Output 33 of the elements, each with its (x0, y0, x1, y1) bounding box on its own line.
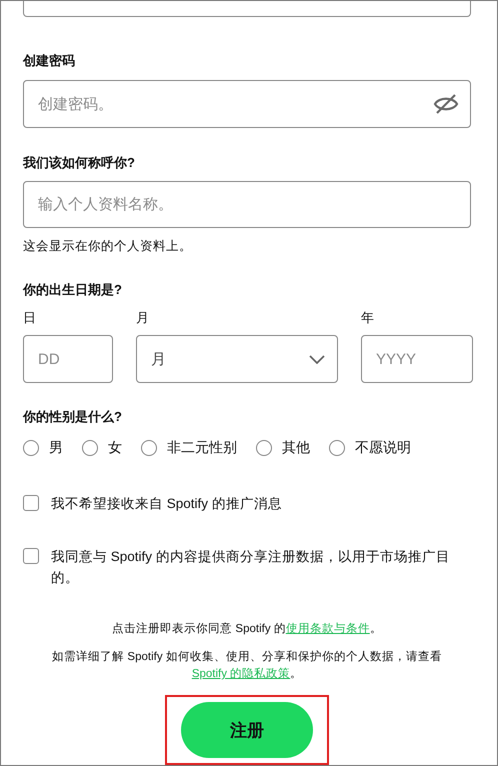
checkbox[interactable] (23, 495, 39, 511)
gender-option[interactable]: 女 (82, 439, 122, 457)
gender-option[interactable]: 不愿说明 (329, 439, 411, 457)
gender-option[interactable]: 其他 (256, 439, 310, 457)
radio-button[interactable] (329, 440, 345, 456)
eye-off-icon[interactable] (433, 93, 459, 116)
year-label: 年 (361, 309, 375, 327)
field-label: 你的性别是什么? (23, 408, 123, 426)
gender-option[interactable]: 非二元性别 (141, 439, 237, 457)
input-field[interactable] (23, 1, 471, 18)
signup-button[interactable]: 注册 (181, 702, 313, 758)
radio-button[interactable] (23, 440, 39, 456)
checkbox[interactable] (23, 548, 39, 564)
gender-option[interactable]: 男 (23, 439, 63, 457)
field-hint: 这会显示在你的个人资料上。 (23, 238, 193, 254)
password-field[interactable]: 创建密码。 (23, 80, 471, 128)
privacy-text: 如需详细了解 Spotify 如何收集、使用、分享和保护你的个人数据，请查看 Spotify 的隐私政策。 (51, 649, 443, 682)
profile-name-field[interactable]: 输入个人资料名称。 (23, 181, 471, 228)
checkbox-label: 我不希望接收来自 Spotify 的推广消息 (51, 495, 282, 513)
field-label: 我们该如何称呼你? (23, 154, 136, 172)
field-label: 你的出生日期是? (23, 281, 123, 299)
terms-text: 点击注册即表示你同意 Spotify 的使用条款与条件。 (111, 621, 383, 637)
chevron-down-icon (309, 354, 325, 364)
radio-button[interactable] (141, 440, 157, 456)
month-label: 月 (136, 309, 150, 327)
day-label: 日 (23, 309, 37, 327)
year-field[interactable]: YYYY (361, 335, 473, 383)
radio-button[interactable] (82, 440, 98, 456)
checkbox-label: 我同意与 Spotify 的内容提供商分享注册数据，以用于市场推广目的。 (51, 548, 451, 587)
field-label: 创建密码 (23, 52, 76, 70)
month-dropdown[interactable]: 月 (136, 335, 338, 383)
day-field[interactable]: DD (23, 335, 113, 383)
radio-button[interactable] (256, 440, 272, 456)
